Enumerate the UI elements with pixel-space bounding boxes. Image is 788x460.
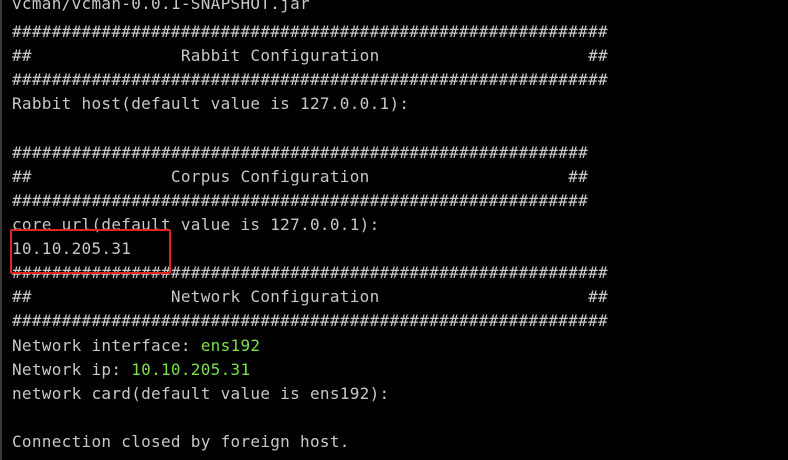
network-interface-value: ens192 — [200, 336, 261, 355]
terminal-window[interactable]: vcman/vcman-0.0.1-SNAPSHOT.jar #########… — [0, 0, 788, 460]
network-ip-label: Network ip: — [12, 360, 132, 379]
terminal-line-network-header: ## Network Configuration ## — [12, 287, 608, 306]
terminal-line-separator: ########################################… — [12, 22, 608, 41]
network-interface-label: Network interface: — [12, 336, 201, 355]
terminal-line-network-card-prompt: network card(default value is ens192): — [12, 384, 390, 403]
terminal-line-rabbit-host-prompt: Rabbit host(default value is 127.0.0.1): — [12, 94, 410, 113]
terminal-line-network-ip: Network ip: 10.10.205.31 — [12, 360, 250, 380]
terminal-line-rabbit-header: ## Rabbit Configuration ## — [12, 46, 608, 65]
terminal-line-core-url-prompt: core url(default value is 127.0.0.1): — [12, 215, 380, 234]
network-ip-value: 10.10.205.31 — [131, 360, 251, 379]
terminal-line-connection-closed: Connection closed by foreign host. — [12, 432, 350, 451]
terminal-line-separator: ########################################… — [12, 311, 608, 330]
terminal-line-separator: ########################################… — [12, 143, 589, 162]
terminal-line-separator: ########################################… — [12, 70, 608, 89]
terminal-line-separator: ########################################… — [12, 263, 608, 282]
terminal-line-jar-path: vcman/vcman-0.0.1-SNAPSHOT.jar — [12, 0, 310, 13]
terminal-line-network-interface: Network interface: ens192 — [12, 336, 260, 356]
terminal-line-core-url-input: 10.10.205.31 — [12, 239, 132, 258]
terminal-line-corpus-header: ## Corpus Configuration ## — [12, 167, 589, 186]
terminal-line-separator: ########################################… — [12, 191, 589, 210]
